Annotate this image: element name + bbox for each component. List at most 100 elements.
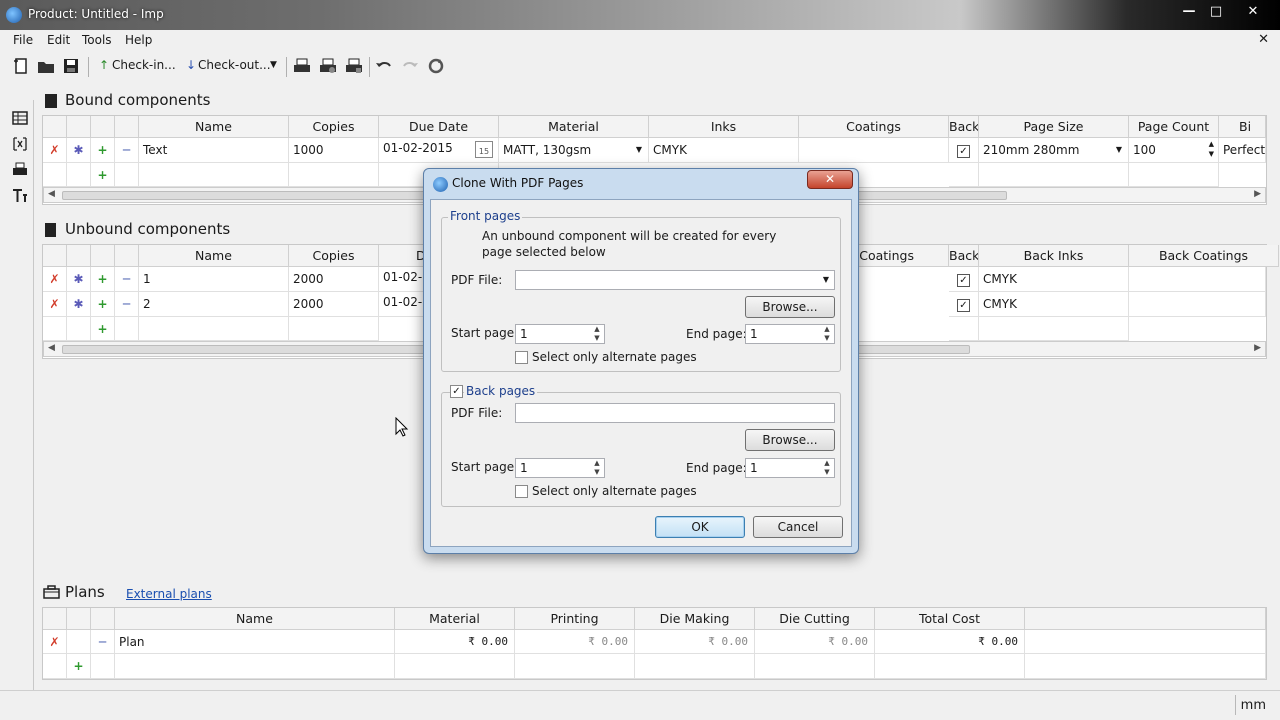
column-header[interactable]: Copies: [289, 245, 379, 267]
chevron-down-icon[interactable]: ▼: [636, 138, 642, 162]
add-row-icon[interactable]: +: [67, 654, 91, 679]
remove-row-icon[interactable]: ─: [115, 267, 139, 292]
ok-button[interactable]: OK: [655, 516, 745, 538]
refresh-icon[interactable]: [427, 57, 445, 75]
delete-row-icon[interactable]: ✗: [43, 267, 67, 292]
column-header[interactable]: Back Coatings: [1129, 245, 1279, 267]
minimize-button[interactable]: —: [1176, 2, 1202, 22]
column-header[interactable]: Back Inks: [979, 245, 1129, 267]
plan-name-cell[interactable]: Plan: [115, 630, 395, 654]
column-header[interactable]: Material: [395, 608, 515, 630]
column-header[interactable]: Total Cost: [875, 608, 1025, 630]
back-pages-title[interactable]: Back pages: [464, 384, 538, 398]
spin-arrows-icon[interactable]: ▲ ▼: [821, 325, 833, 345]
open-folder-icon[interactable]: [37, 57, 55, 75]
back-end-page-spinbox[interactable]: 1 ▲ ▼: [745, 458, 835, 478]
spin-arrows-icon[interactable]: ▲ ▼: [591, 459, 603, 479]
print-icon[interactable]: [293, 57, 311, 75]
total-cost-cell[interactable]: ₹ 0.00: [875, 630, 1025, 654]
binding-cell[interactable]: Perfect: [1219, 138, 1266, 163]
close-document-icon[interactable]: ✕: [1258, 32, 1269, 47]
new-icon[interactable]: [12, 57, 30, 75]
print-preview-icon[interactable]: [319, 57, 337, 75]
page-count-stepper[interactable]: 100 ▲ ▼: [1129, 138, 1219, 163]
copies-cell[interactable]: 2000: [289, 267, 379, 292]
front-alternate-label[interactable]: Select only alternate pages: [532, 350, 697, 364]
die-cutting-cost-cell[interactable]: ₹ 0.00: [755, 630, 875, 654]
spin-arrows-icon[interactable]: ▲ ▼: [821, 459, 833, 479]
back-checkbox[interactable]: ✓: [949, 267, 979, 292]
component-name-cell[interactable]: 2: [139, 292, 289, 317]
duplicate-row-icon[interactable]: ✱: [67, 267, 91, 292]
cancel-button[interactable]: Cancel: [753, 516, 843, 538]
column-header[interactable]: Back: [949, 116, 979, 138]
back-alternate-checkbox[interactable]: [515, 485, 528, 498]
back-inks-cell[interactable]: CMYK: [979, 292, 1129, 317]
column-header[interactable]: Material: [499, 116, 649, 138]
maximize-button[interactable]: □: [1203, 2, 1229, 22]
component-name-cell[interactable]: Text: [139, 138, 289, 163]
menu-help[interactable]: Help: [125, 33, 152, 47]
coatings-cell[interactable]: [799, 138, 949, 163]
column-header[interactable]: Coatings: [799, 116, 949, 138]
column-header[interactable]: Page Size: [979, 116, 1129, 138]
front-alternate-checkbox[interactable]: [515, 351, 528, 364]
column-header[interactable]: Due Date: [379, 116, 499, 138]
front-pdf-file-combobox[interactable]: ▼: [515, 270, 835, 290]
formula-icon[interactable]: [12, 136, 28, 152]
redo-icon[interactable]: [401, 57, 419, 75]
duplicate-row-icon[interactable]: ✱: [67, 138, 91, 163]
menu-tools[interactable]: Tools: [82, 33, 112, 47]
due-date-cell[interactable]: 01-02-2015 15: [379, 138, 499, 163]
back-browse-button[interactable]: Browse...: [745, 429, 835, 451]
delete-row-icon[interactable]: ✗: [43, 292, 67, 317]
column-header[interactable]: Bi: [1219, 116, 1266, 138]
undo-icon[interactable]: [375, 57, 393, 75]
material-cost-cell[interactable]: ₹ 0.00: [395, 630, 515, 654]
scroll-left-icon[interactable]: ◀: [48, 189, 55, 199]
column-header[interactable]: Die Cutting: [755, 608, 875, 630]
column-header[interactable]: Back: [949, 245, 979, 267]
back-coatings-cell[interactable]: [1129, 292, 1266, 317]
menu-edit[interactable]: Edit: [47, 33, 70, 47]
column-header[interactable]: Printing: [515, 608, 635, 630]
copies-cell[interactable]: 2000: [289, 292, 379, 317]
add-row-icon[interactable]: +: [91, 163, 115, 187]
back-checkbox[interactable]: ✓: [949, 292, 979, 317]
column-header[interactable]: Die Making: [635, 608, 755, 630]
printer-icon[interactable]: [12, 162, 28, 178]
calendar-icon[interactable]: 15: [475, 141, 493, 158]
duplicate-row-icon[interactable]: ✱: [67, 292, 91, 317]
add-row-icon[interactable]: +: [91, 292, 115, 317]
print-setup-icon[interactable]: [345, 57, 363, 75]
spin-arrows-icon[interactable]: ▲ ▼: [1209, 139, 1214, 159]
column-header[interactable]: Page Count: [1129, 116, 1219, 138]
die-making-cost-cell[interactable]: ₹ 0.00: [635, 630, 755, 654]
back-pages-checkbox[interactable]: ✓: [450, 385, 463, 398]
component-name-cell[interactable]: 1: [139, 267, 289, 292]
back-checkbox[interactable]: ✓: [949, 138, 979, 163]
scroll-left-icon[interactable]: ◀: [48, 343, 55, 353]
chevron-down-icon[interactable]: ▼: [270, 60, 277, 70]
add-row-icon[interactable]: +: [91, 267, 115, 292]
copies-cell[interactable]: 1000: [289, 138, 379, 163]
check-out-button[interactable]: Check-out...: [198, 58, 271, 72]
remove-row-icon[interactable]: ─: [91, 630, 115, 654]
front-start-page-spinbox[interactable]: 1 ▲ ▼: [515, 324, 605, 344]
chevron-down-icon[interactable]: ▼: [823, 271, 829, 289]
save-icon[interactable]: [62, 57, 80, 75]
scroll-right-icon[interactable]: ▶: [1254, 189, 1261, 199]
printing-cost-cell[interactable]: ₹ 0.00: [515, 630, 635, 654]
column-header[interactable]: Name: [139, 116, 289, 138]
front-end-page-spinbox[interactable]: 1 ▲ ▼: [745, 324, 835, 344]
add-row-icon[interactable]: +: [91, 317, 115, 341]
back-alternate-label[interactable]: Select only alternate pages: [532, 484, 697, 498]
menu-file[interactable]: File: [13, 33, 33, 47]
delete-row-icon[interactable]: ✗: [43, 630, 67, 654]
inks-cell[interactable]: CMYK: [649, 138, 799, 163]
back-start-page-spinbox[interactable]: 1 ▲ ▼: [515, 458, 605, 478]
back-pdf-file-input[interactable]: [515, 403, 835, 423]
delete-row-icon[interactable]: ✗: [43, 138, 67, 163]
page-size-select[interactable]: 210mm 280mm ▼: [979, 138, 1129, 163]
close-window-button[interactable]: ✕: [1240, 2, 1266, 22]
